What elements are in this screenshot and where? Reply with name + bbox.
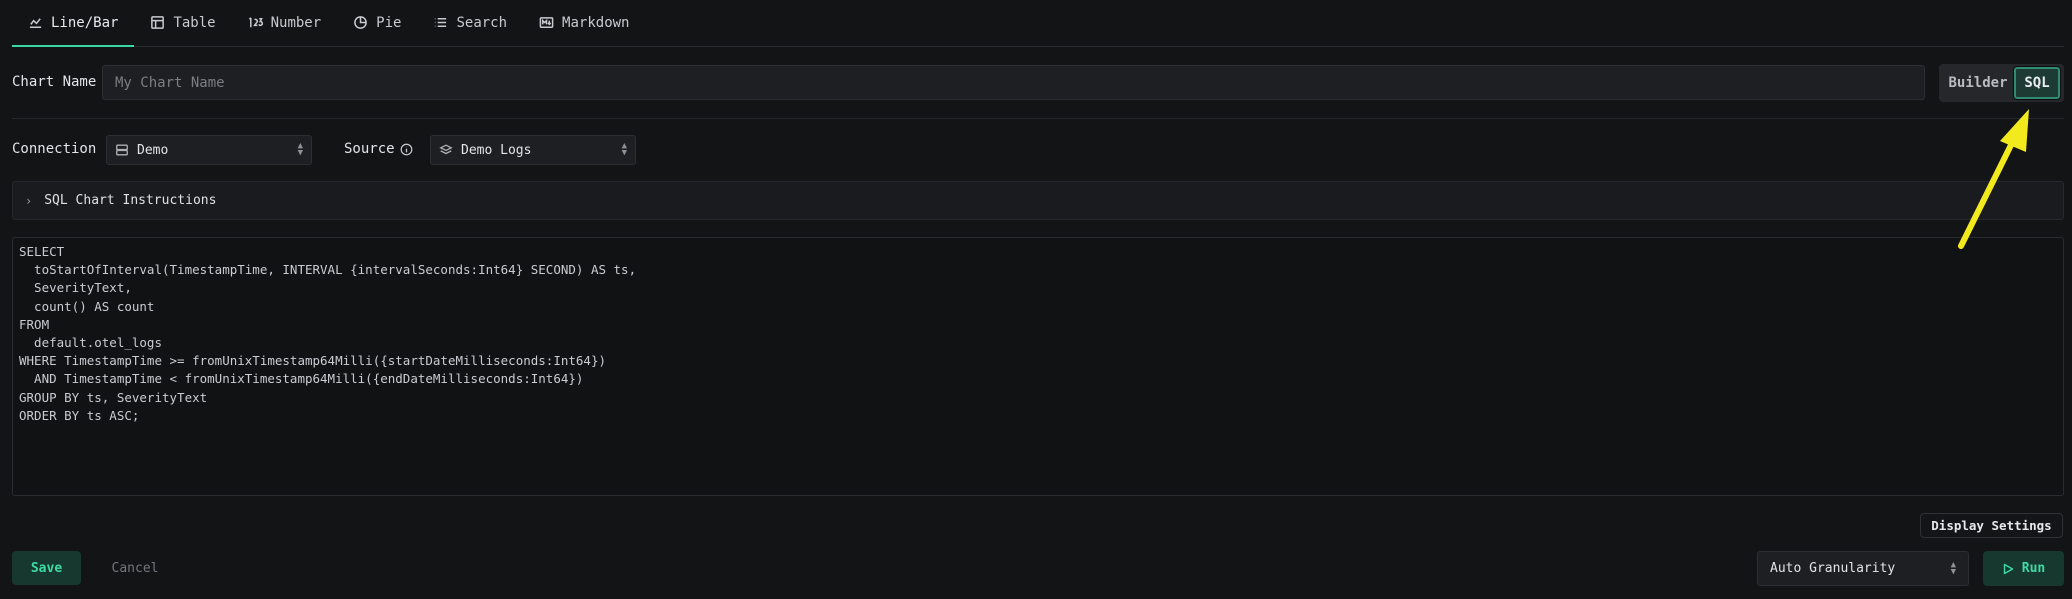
source-label: Source — [344, 141, 395, 157]
run-button[interactable]: Run — [1983, 551, 2064, 586]
tab-number[interactable]: Number — [232, 0, 338, 46]
tab-label: Number — [270, 14, 322, 31]
tab-markdown[interactable]: Markdown — [523, 0, 645, 46]
tab-line-bar[interactable]: Line/Bar — [12, 0, 135, 47]
display-settings-button[interactable]: Display Settings — [1920, 513, 2063, 538]
tab-search[interactable]: Search — [417, 0, 523, 46]
tab-label: Search — [456, 14, 508, 31]
chevron-updown-icon: ▲ ▼ — [1950, 559, 1956, 577]
tab-pie[interactable]: Pie — [337, 0, 417, 46]
sql-instructions-label: SQL Chart Instructions — [44, 193, 217, 208]
source-select[interactable]: Demo Logs ▲ ▼ — [430, 135, 636, 165]
chart-name-input[interactable]: My Chart Name — [102, 65, 1925, 100]
layers-icon — [439, 144, 453, 155]
line-chart-icon — [29, 18, 42, 28]
annotation-arrow-icon — [1958, 109, 2029, 249]
markdown-icon — [539, 17, 554, 28]
number-icon — [248, 17, 263, 28]
tab-label: Pie — [376, 14, 402, 31]
tab-label: Line/Bar — [51, 14, 119, 31]
tab-label: Table — [173, 14, 216, 31]
granularity-value: Auto Granularity — [1770, 561, 1896, 576]
save-button[interactable]: Save — [12, 551, 81, 585]
chart-name-label: Chart Name — [12, 74, 97, 90]
tab-table[interactable]: Table — [134, 0, 231, 46]
connection-label: Connection — [12, 141, 97, 157]
sql-editor[interactable]: SELECT toStartOfInterval(TimestampTime, … — [12, 237, 2064, 496]
run-label: Run — [2021, 561, 2046, 576]
divider — [12, 118, 2064, 119]
chevron-updown-icon: ▲ ▼ — [621, 141, 627, 158]
table-icon — [151, 16, 165, 29]
list-icon — [435, 18, 447, 27]
chevron-right-icon: › — [25, 193, 33, 208]
sql-mode-button[interactable]: SQL — [2013, 66, 2061, 100]
database-icon — [116, 144, 128, 156]
query-mode-toggle: Builder SQL — [1939, 64, 2064, 102]
connection-value: Demo — [137, 142, 169, 158]
info-icon[interactable] — [400, 143, 413, 156]
connection-select[interactable]: Demo ▲ ▼ — [106, 135, 312, 165]
chart-type-tabs: Line/Bar Table Number Pie Search Markdow… — [12, 0, 2064, 47]
granularity-select[interactable]: Auto Granularity ▲ ▼ — [1757, 551, 1969, 586]
chevron-updown-icon: ▲ ▼ — [297, 141, 303, 158]
builder-mode-button[interactable]: Builder — [1942, 67, 2014, 99]
play-icon — [2003, 563, 2013, 574]
source-value: Demo Logs — [461, 142, 532, 158]
pie-icon — [354, 16, 368, 29]
cancel-button[interactable]: Cancel — [100, 551, 170, 585]
chart-name-placeholder: My Chart Name — [115, 74, 225, 91]
tab-label: Markdown — [562, 14, 630, 31]
sql-instructions-accordion[interactable]: › SQL Chart Instructions — [12, 181, 2064, 220]
